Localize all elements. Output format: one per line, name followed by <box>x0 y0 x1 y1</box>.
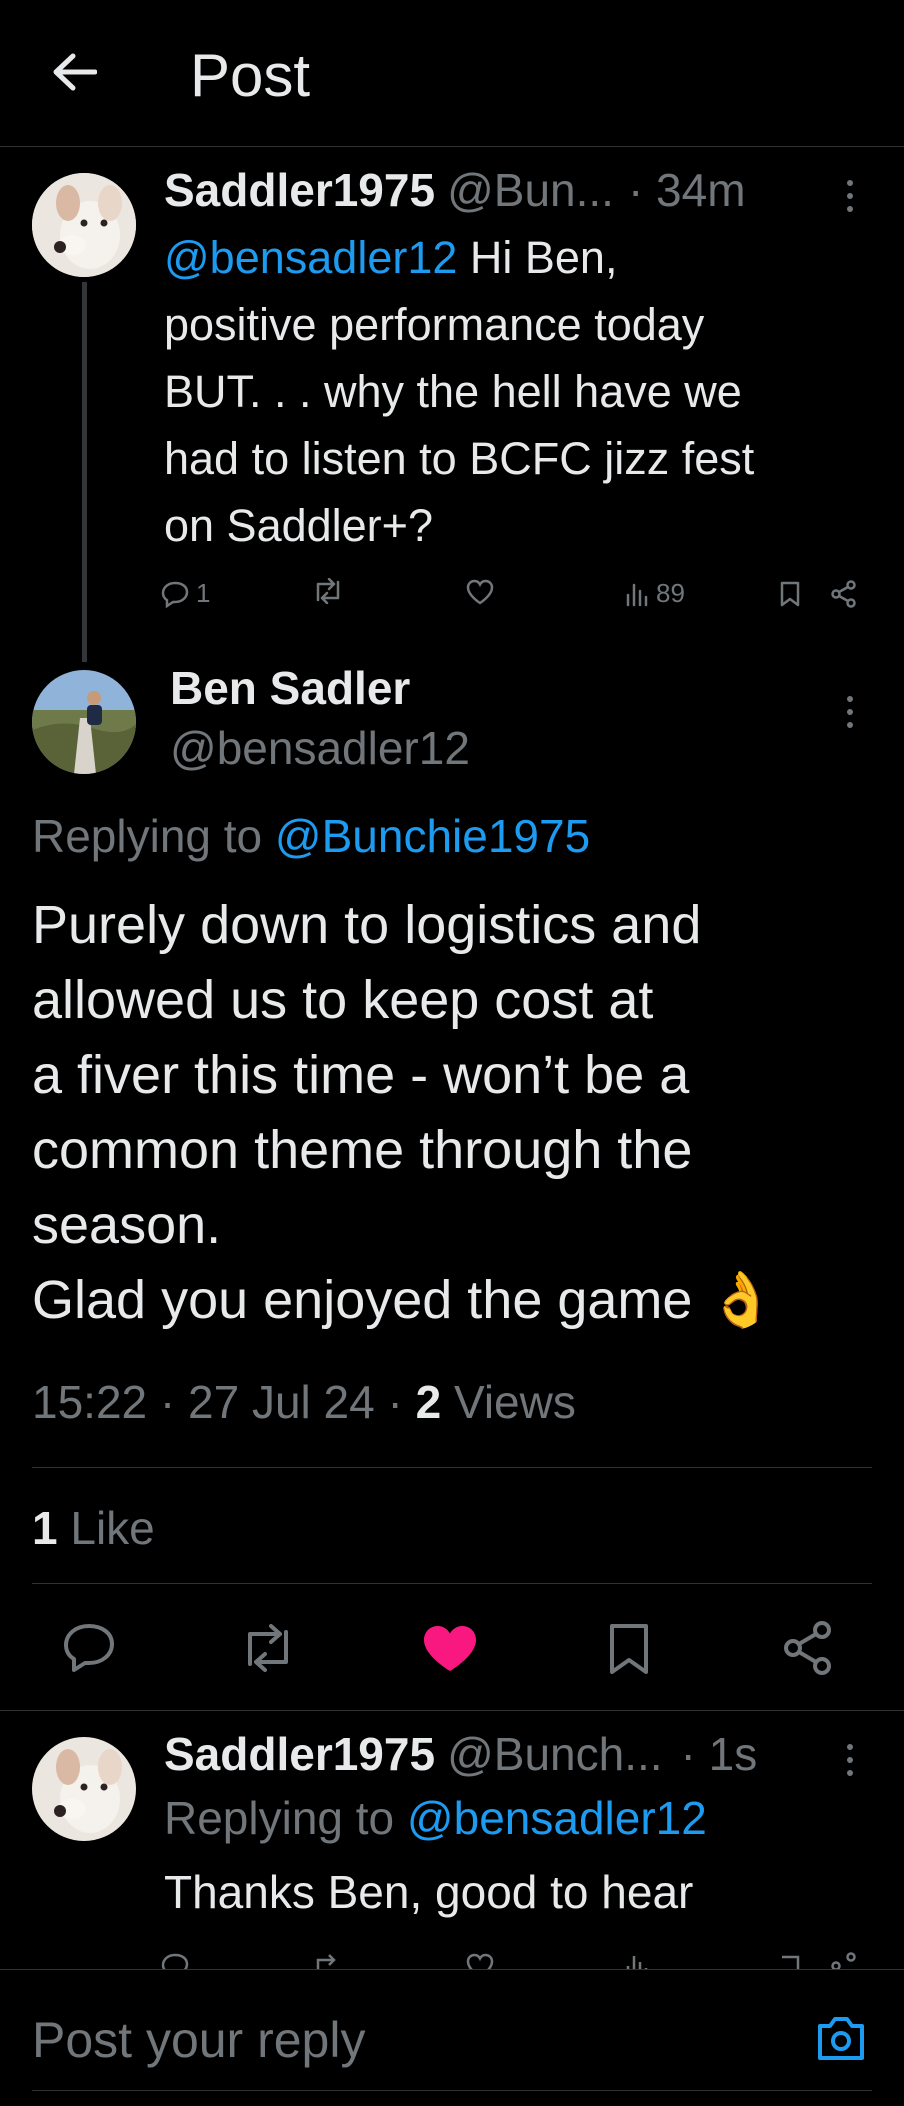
avatar[interactable] <box>32 670 136 774</box>
views-count: 2 <box>415 1376 442 1428</box>
landscape-avatar-image <box>32 670 136 774</box>
page-title: Post <box>190 42 311 109</box>
thread-line <box>82 282 87 662</box>
likes-stat[interactable]: 1 Like <box>32 1500 155 1556</box>
display-name[interactable]: Ben Sadler <box>170 660 410 716</box>
share-icon <box>784 1621 831 1675</box>
display-name[interactable]: Saddler1975 <box>164 1727 435 1781</box>
analytics-icon[interactable] <box>624 1952 650 1970</box>
reply-icon <box>161 581 189 608</box>
share-icon <box>831 580 856 608</box>
more-options-button[interactable] <box>845 696 855 728</box>
text-line: season. <box>32 1195 222 1255</box>
share-button[interactable] <box>830 580 858 608</box>
repost-button[interactable] <box>312 578 344 604</box>
arrow-left-icon <box>53 53 97 91</box>
repost-icon[interactable] <box>312 1954 344 1970</box>
text-line: had to listen to BCFC jizz fest <box>164 433 755 484</box>
text-line: on Saddler+? <box>164 500 433 551</box>
reply-count: 1 <box>196 578 211 608</box>
more-options-button[interactable] <box>845 180 855 212</box>
reply-action-row <box>160 1952 880 1970</box>
views-count: 89 <box>656 578 685 608</box>
repost-icon <box>316 578 340 604</box>
text-line: common theme through the <box>32 1120 693 1180</box>
text-line: allowed us to keep cost at <box>32 970 654 1030</box>
camera-button[interactable] <box>814 2014 868 2067</box>
camera-icon <box>818 2017 864 2060</box>
handle[interactable]: @bensadler12 <box>170 720 470 776</box>
back-button[interactable] <box>46 44 102 100</box>
timestamp-row: 15:22 · 27 Jul 24 · 2 Views <box>32 1376 576 1428</box>
repost-icon <box>248 1624 288 1672</box>
tweet-text: Purely down to logistics and allowed us … <box>32 888 882 1338</box>
reply-icon[interactable] <box>160 1952 190 1970</box>
handle[interactable]: @Bunch... <box>447 1727 662 1781</box>
dog-avatar-image <box>32 1737 136 1841</box>
bookmark-icon <box>610 1624 648 1674</box>
reply-icon <box>64 1624 114 1672</box>
text-line: a fiver this time - won’t be a <box>32 1045 690 1105</box>
bookmark-button[interactable] <box>778 580 802 608</box>
divider <box>32 1467 872 1468</box>
reply-input[interactable]: Post your reply <box>32 2010 365 2070</box>
mention-link[interactable]: @Bunchie1975 <box>275 810 590 862</box>
text-line: positive performance today <box>164 299 705 350</box>
like-button[interactable] <box>422 1624 478 1679</box>
share-button[interactable] <box>782 1620 834 1681</box>
dog-avatar-image <box>32 173 136 277</box>
reply-button[interactable]: 1 <box>160 578 210 609</box>
display-name[interactable]: Saddler1975 <box>164 163 435 217</box>
bookmark-button[interactable] <box>606 1622 652 1681</box>
divider <box>0 1710 904 1711</box>
text-line: Purely down to logistics and <box>32 895 702 955</box>
avatar[interactable] <box>32 1737 136 1841</box>
replying-to: Replying to @Bunchie1975 <box>32 808 590 864</box>
heart-outline-icon[interactable] <box>465 1952 495 1970</box>
reply-button[interactable] <box>62 1622 116 1679</box>
timestamp[interactable]: · 1s <box>681 1727 758 1781</box>
replying-label: Replying to <box>164 1792 407 1844</box>
like-button[interactable] <box>465 578 495 606</box>
bookmark-icon <box>780 581 800 607</box>
divider <box>32 1583 872 1584</box>
divider <box>32 2090 872 2091</box>
replying-label: Replying to <box>32 810 275 862</box>
likes-count: 1 <box>32 1502 58 1554</box>
replying-to: Replying to @bensadler12 <box>164 1790 707 1846</box>
repost-button[interactable] <box>238 1624 298 1677</box>
date[interactable]: 27 Jul 24 <box>188 1376 375 1428</box>
tweet-text: @bensadler12 Hi Ben, positive performanc… <box>164 224 864 559</box>
mention-link[interactable]: @bensadler12 <box>407 1792 707 1844</box>
time[interactable]: 15:22 <box>32 1376 147 1428</box>
tweet-text: Thanks Ben, good to hear <box>164 1866 694 1918</box>
likes-label: Like <box>70 1502 155 1554</box>
mention-link[interactable]: @bensadler12 <box>164 232 457 283</box>
text-line: Glad you enjoyed the game 👌 <box>32 1270 775 1330</box>
bookmark-icon[interactable] <box>778 1954 802 1970</box>
parent-header: Saddler1975 @Bun... · 34m <box>164 160 844 220</box>
views-label: Views <box>453 1376 576 1428</box>
more-options-button[interactable] <box>845 1744 855 1776</box>
views-button[interactable]: 89 <box>624 578 685 609</box>
share-icon[interactable] <box>830 1952 858 1970</box>
top-bar: Post <box>0 0 904 147</box>
reply-header: Saddler1975 @Bunch... · 1s <box>164 1724 844 1784</box>
reply-composer: Post your reply <box>0 1969 904 2106</box>
text-line: Hi Ben, <box>457 232 618 283</box>
timestamp[interactable]: · 34m <box>628 163 746 217</box>
avatar[interactable] <box>32 173 136 277</box>
handle[interactable]: @Bun... <box>447 163 614 217</box>
heart-filled-icon <box>424 1626 476 1671</box>
analytics-icon <box>626 583 648 606</box>
text-line: BUT. . . why the hell have we <box>164 366 742 417</box>
heart-outline-icon <box>466 579 494 605</box>
